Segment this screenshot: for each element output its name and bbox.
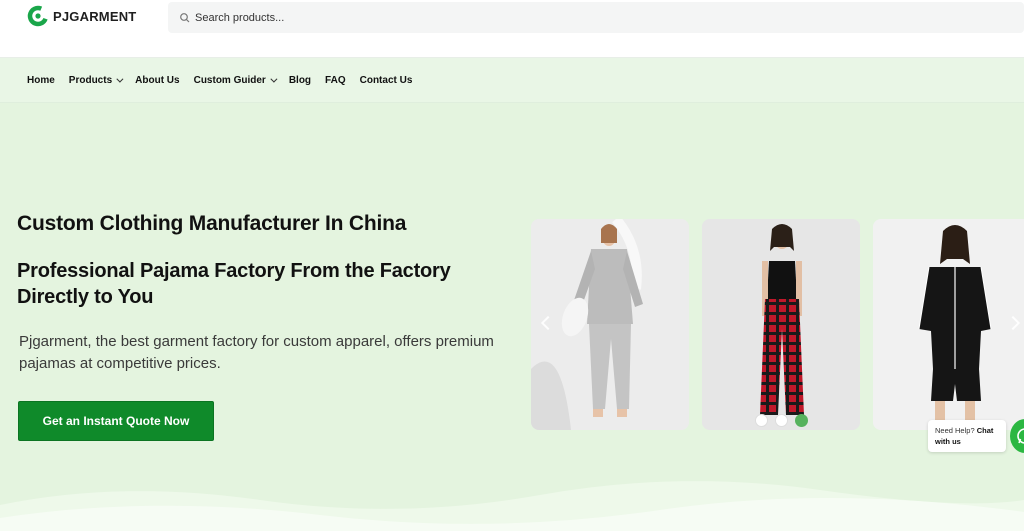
carousel-dot-3[interactable] — [795, 414, 808, 427]
nav-label: Blog — [288, 74, 312, 86]
brand-logo[interactable]: PJGARMENT — [27, 4, 136, 28]
search-bar[interactable] — [168, 2, 1024, 33]
nav-label: Home — [27, 74, 55, 86]
nav-label: Custom Guider — [193, 74, 266, 86]
black-pajama-image — [873, 219, 1024, 430]
carousel-dot-2[interactable] — [775, 414, 788, 427]
decorative-waves — [0, 481, 1024, 531]
plaid-pajama-image — [702, 219, 860, 430]
main-nav: Home Products About Us Custom Guider Blo… — [0, 58, 1024, 103]
whatsapp-chat-button[interactable] — [1010, 419, 1024, 453]
product-slide-plaid-pajama[interactable] — [702, 219, 860, 430]
nav-item-faq[interactable]: FAQ — [325, 75, 346, 86]
top-header: PJGARMENT — [0, 0, 1024, 58]
brand-name: PJGARMENT — [53, 8, 137, 24]
product-slide-black-pajama[interactable] — [873, 219, 1024, 430]
search-icon — [177, 10, 193, 26]
nav-label: FAQ — [325, 74, 346, 86]
nav-item-about-us[interactable]: About Us — [135, 75, 179, 86]
product-slide-grey-pajama[interactable] — [531, 219, 689, 430]
nav-label: About Us — [135, 74, 180, 86]
chevron-down-icon — [116, 75, 124, 83]
nav-item-home[interactable]: Home — [27, 75, 55, 86]
nav-item-contact-us[interactable]: Contact Us — [360, 75, 413, 86]
chevron-down-icon — [270, 75, 278, 83]
nav-item-custom-guider[interactable]: Custom Guider — [193, 74, 278, 86]
hero-description: Pjgarment, the best garment factory for … — [19, 333, 494, 372]
nav-label: Products — [68, 74, 113, 86]
grey-pajama-image — [531, 219, 689, 430]
whatsapp-icon — [1017, 428, 1024, 444]
hero-title: Custom Clothing Manufacturer In China — [17, 212, 407, 235]
nav-item-blog[interactable]: Blog — [289, 75, 311, 86]
search-input[interactable] — [195, 11, 595, 24]
instant-quote-button[interactable]: Get an Instant Quote Now — [18, 401, 214, 441]
carousel-pagination — [755, 414, 815, 427]
chat-help-prefix: Need Help? — [935, 426, 977, 435]
nav-label: Contact Us — [359, 74, 413, 86]
carousel-dot-1[interactable] — [755, 414, 768, 427]
hero-subtitle: Professional Pajama Factory From the Fac… — [17, 260, 451, 308]
chat-help-bubble[interactable]: Need Help? Chat with us — [928, 420, 1006, 452]
logo-mark-icon — [27, 5, 49, 27]
nav-item-products[interactable]: Products — [68, 74, 124, 86]
